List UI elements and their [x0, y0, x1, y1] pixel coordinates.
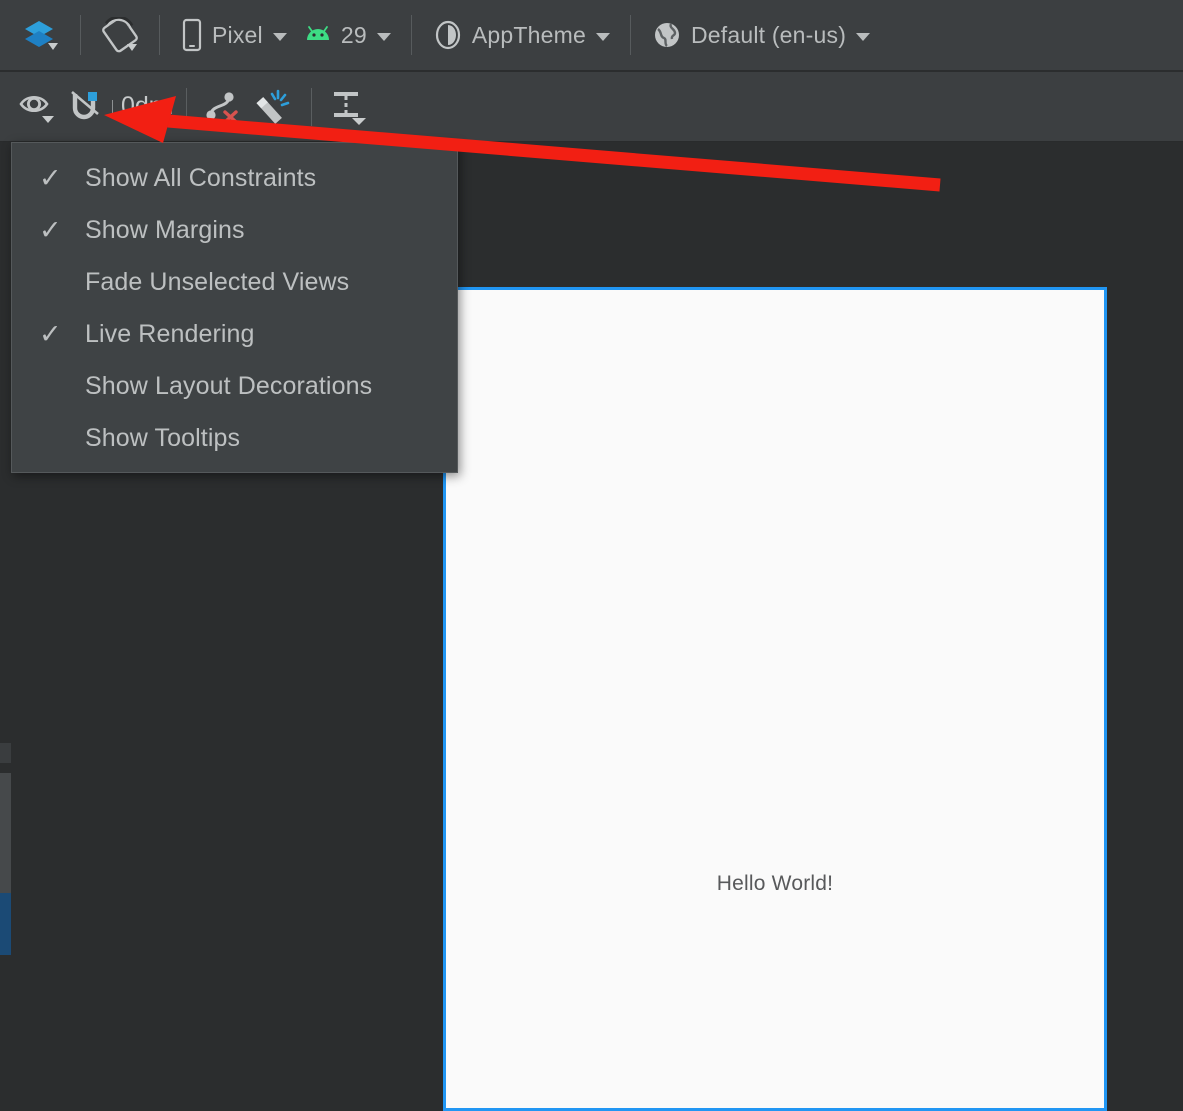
default-margin-value[interactable]: 0dp — [115, 92, 169, 121]
device-selector[interactable]: Pixel — [172, 13, 295, 57]
globe-icon — [651, 19, 683, 51]
orientation-button[interactable] — [93, 13, 147, 57]
android-icon — [303, 24, 333, 46]
layout-variants-button[interactable] — [14, 13, 68, 57]
menu-item-live-rendering[interactable]: ✓ Live Rendering — [12, 308, 457, 360]
margin-tick-right — [170, 99, 172, 114]
menu-item-label: Show All Constraints — [85, 163, 317, 192]
strip-segment-upper — [0, 743, 11, 763]
theme-name-label: AppTheme — [471, 21, 586, 48]
theme-contrast-icon — [432, 19, 464, 51]
device-name-label: Pixel — [212, 21, 263, 48]
api-level-label: 29 — [340, 21, 367, 48]
design-surface-toolbar: Pixel 29 AppTheme Default (en-us) — [0, 0, 1183, 71]
device-preview-content: Hello World! — [446, 290, 1104, 1108]
menu-item-fade-unselected-views[interactable]: Fade Unselected Views — [12, 256, 457, 308]
default-margin-control[interactable]: 0dp — [112, 92, 172, 121]
menu-item-show-tooltips[interactable]: Show Tooltips — [12, 412, 457, 464]
device-preview-frame[interactable]: Hello World! — [443, 287, 1107, 1111]
toolbar-divider — [80, 15, 81, 55]
margin-tick-left — [112, 99, 113, 114]
toolbar-divider — [159, 15, 160, 55]
check-icon: ✓ — [39, 162, 62, 193]
menu-item-label: Show Layout Decorations — [85, 371, 373, 400]
toolbar-divider — [410, 15, 412, 55]
view-options-button[interactable] — [16, 83, 64, 131]
menu-item-show-all-constraints[interactable]: ✓ Show All Constraints — [12, 152, 457, 204]
menu-item-show-margins[interactable]: ✓ Show Margins — [12, 204, 457, 256]
layers-icon — [22, 18, 60, 52]
locale-selector[interactable]: Default (en-us) — [643, 13, 878, 57]
strip-segment-mid — [0, 773, 11, 893]
menu-item-label: Show Margins — [85, 215, 245, 244]
view-options-menu[interactable]: ✓ Show All Constraints ✓ Show Margins Fa… — [11, 142, 458, 473]
android-studio-layout-editor: Pixel 29 AppTheme Default (en-us) 0dp He… — [0, 0, 1183, 1111]
infer-constraints-button[interactable] — [249, 83, 297, 131]
menu-item-label: Fade Unselected Views — [85, 267, 350, 296]
toolbar-divider — [185, 87, 187, 126]
menu-item-label: Show Tooltips — [85, 423, 241, 452]
phone-icon — [180, 18, 204, 52]
chevron-down-icon[interactable] — [595, 32, 610, 41]
menu-item-show-layout-decorations[interactable]: Show Layout Decorations — [12, 360, 457, 412]
check-icon: ✓ — [39, 214, 62, 245]
menu-item-label: Live Rendering — [85, 319, 255, 348]
toolbar-divider — [310, 87, 312, 126]
locale-label: Default (en-us) — [690, 21, 847, 48]
chevron-down-icon[interactable] — [856, 32, 871, 41]
hello-world-textview[interactable]: Hello World! — [446, 872, 1104, 896]
rotate-device-icon — [101, 17, 139, 53]
clear-constraints-button[interactable] — [201, 83, 249, 131]
pack-align-button[interactable] — [326, 83, 374, 131]
api-level-selector[interactable]: 29 — [295, 13, 399, 57]
chevron-down-icon[interactable] — [272, 32, 287, 41]
autoconnect-button[interactable] — [64, 83, 112, 131]
constraint-toolbar: 0dp — [0, 72, 1183, 142]
check-icon: ✓ — [39, 318, 62, 349]
theme-selector[interactable]: AppTheme — [424, 13, 618, 57]
strip-segment-selected — [0, 893, 11, 955]
toolbar-divider — [629, 15, 631, 55]
chevron-down-icon[interactable] — [376, 32, 391, 41]
